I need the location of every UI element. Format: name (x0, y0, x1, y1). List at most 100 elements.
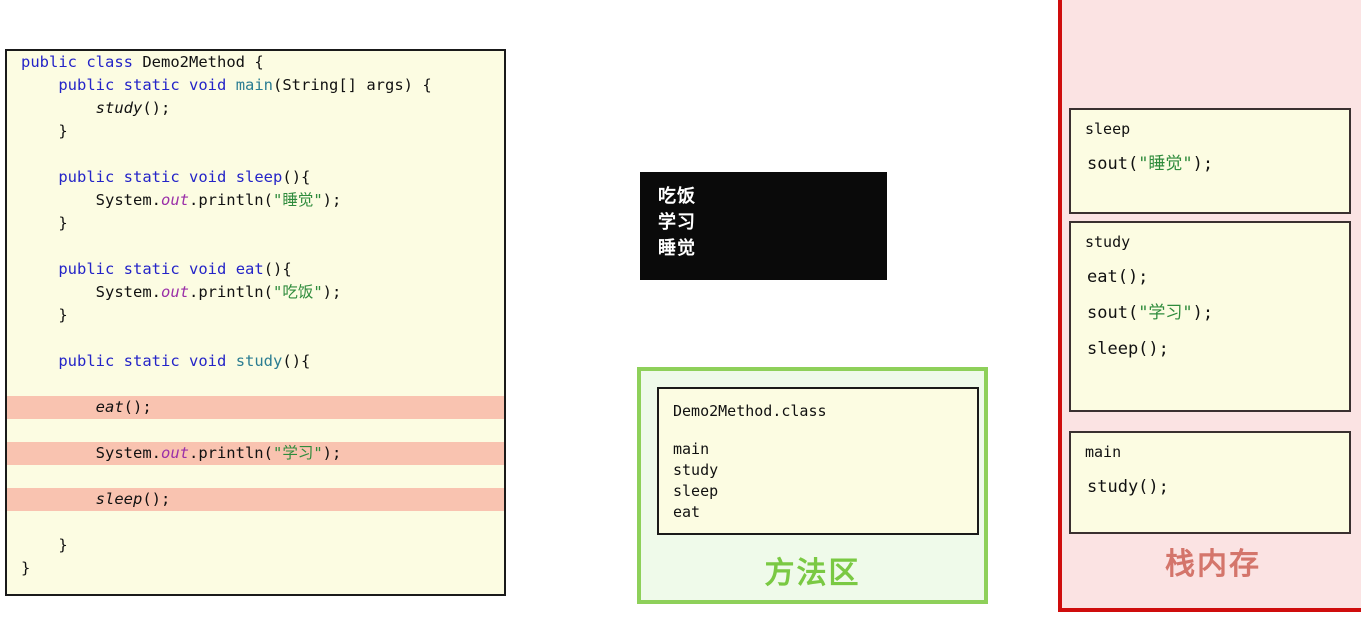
stack-frame-name: main (1085, 443, 1122, 461)
method-entry-list: main study sleep eat (673, 439, 977, 523)
code-token: .println( (188, 191, 273, 209)
code-token: .println( (188, 283, 273, 301)
method-entry: sleep (673, 482, 719, 500)
method-entry: eat (673, 503, 701, 521)
code-token: System. (21, 191, 161, 209)
code-token: eat (235, 260, 264, 278)
code-token: "吃饭" (272, 283, 323, 301)
code-token: eat (95, 398, 124, 416)
stack-frame-statement: study(); (1085, 475, 1349, 499)
code-token: eat(); (1087, 267, 1149, 287)
stack-memory-panel: sleep sout("睡觉"); study eat(); sout("学习")… (1058, 0, 1361, 612)
stack-frame-name: study (1085, 233, 1131, 251)
code-token: public (21, 53, 77, 71)
method-area-label: 方法区 (764, 556, 861, 591)
stack-frame-statement: sleep(); (1085, 337, 1349, 361)
code-token: sleep (235, 168, 283, 186)
code-token: study (235, 352, 283, 370)
code-token: out (160, 444, 189, 462)
code-token: } (21, 306, 68, 324)
code-token: } (21, 536, 68, 554)
code-token: ); (1192, 154, 1214, 174)
code-token: out (160, 191, 189, 209)
code-token: } (21, 214, 68, 232)
code-token: ); (322, 283, 342, 301)
stack-memory-label: 栈内存 (1165, 547, 1261, 582)
stack-frame-statement: eat(); (1085, 265, 1349, 289)
code-token: (){ (282, 352, 311, 370)
code-line: } (7, 120, 504, 143)
code-line (7, 327, 504, 350)
code-token: sleep(); (1087, 339, 1169, 359)
code-token: System. (21, 283, 161, 301)
code-token: sout( (1087, 154, 1139, 174)
stack-frame-name: sleep (1085, 120, 1131, 138)
code-token: class (86, 53, 134, 71)
java-code-panel: public class Demo2Method { public static… (5, 49, 506, 596)
code-token: study (95, 99, 143, 117)
stack-frame-study: study eat(); sout("学习"); sleep(); (1069, 221, 1351, 412)
stack-frame-main: main study(); (1069, 431, 1351, 534)
code-line (7, 465, 504, 488)
code-token: (){ (263, 260, 292, 278)
code-line: public class Demo2Method { (7, 51, 504, 74)
code-token: ); (1192, 303, 1214, 323)
code-token: public (58, 76, 115, 94)
code-line (7, 373, 504, 396)
code-line: } (7, 212, 504, 235)
console-output-line: 睡觉 (658, 238, 696, 259)
code-token: ); (322, 191, 342, 209)
code-token: void (189, 168, 227, 186)
code-token: static (123, 352, 180, 370)
code-token: public (58, 352, 115, 370)
code-line: public static void sleep(){ (7, 166, 504, 189)
code-token: "学习" (272, 444, 323, 462)
code-line-highlighted: System.out.println("学习"); (7, 442, 504, 465)
code-line (7, 143, 504, 166)
method-entry: study (673, 461, 719, 479)
code-token: static (123, 76, 180, 94)
code-token: public (58, 168, 115, 186)
code-line-highlighted: sleep(); (7, 488, 504, 511)
code-line: } (7, 557, 504, 580)
code-token: .println( (188, 444, 273, 462)
code-token: "学习" (1138, 303, 1193, 323)
code-token: Demo2Method { (133, 53, 264, 71)
code-token: "睡觉" (1138, 154, 1193, 174)
code-line: } (7, 534, 504, 557)
code-token: "睡觉" (272, 191, 323, 209)
stack-frame-body: sout("睡觉"); (1085, 152, 1349, 188)
code-line-highlighted: eat(); (7, 396, 504, 419)
code-line: public static void main(String[] args) { (7, 74, 504, 97)
code-token: sout( (1087, 303, 1139, 323)
console-output-panel: 吃饭 学习 睡觉 (640, 172, 887, 280)
code-token: (String[] args) { (273, 76, 432, 94)
code-token: sleep (95, 490, 143, 508)
code-token: static (123, 260, 180, 278)
code-token: out (160, 283, 189, 301)
